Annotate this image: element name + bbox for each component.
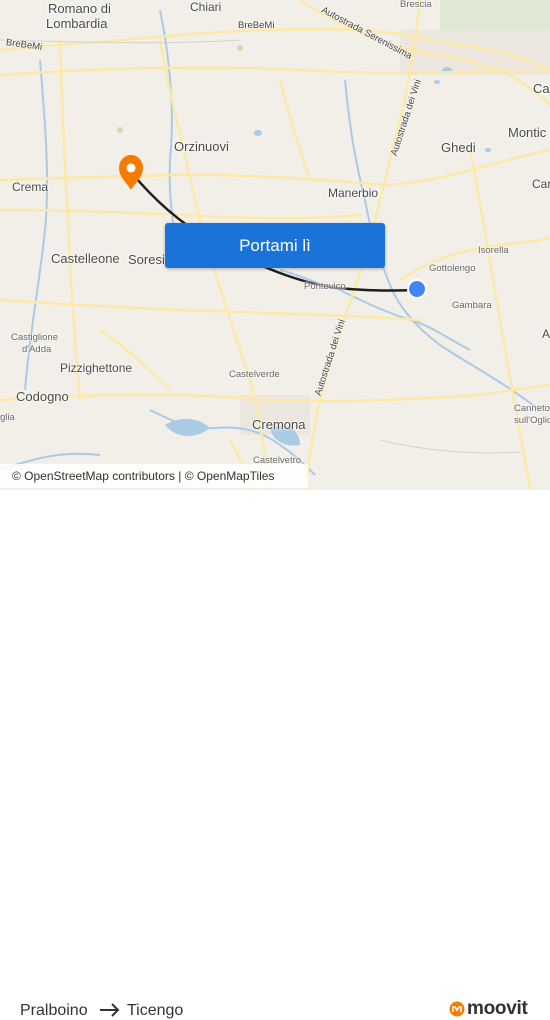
- place-label: Lombardia: [46, 16, 108, 31]
- moovit-logo: moovit: [449, 998, 528, 1020]
- place-label: Cremona: [252, 417, 306, 432]
- place-label: Orzinuovi: [174, 139, 229, 154]
- arrow-right-icon: [100, 1003, 120, 1017]
- place-label: Pizzighettone: [60, 361, 133, 375]
- place-label: Canneto: [514, 403, 550, 414]
- moovit-logo-icon: [449, 1001, 465, 1017]
- place-label: A: [542, 327, 550, 341]
- place-label: Brescia: [400, 0, 432, 10]
- route-footer: Pralboino Ticengo moovit: [0, 490, 550, 1019]
- place-label: sull'Oglio: [514, 415, 550, 426]
- take-me-there-button[interactable]: Portami lì: [165, 223, 385, 268]
- road-label-brebemi-east: BreBeMi: [238, 20, 275, 31]
- place-label: Crema: [12, 180, 49, 194]
- place-label: Castelleone: [51, 251, 120, 266]
- place-label: Ghedi: [441, 140, 476, 155]
- place-label: Chiari: [190, 0, 222, 14]
- origin-location-marker: [407, 279, 427, 299]
- place-label: d'Adda: [22, 344, 52, 355]
- place-label: Isorella: [478, 245, 509, 256]
- place-label: Pontevico: [304, 281, 346, 292]
- place-label: Car: [532, 177, 550, 191]
- place-label: Montic: [508, 125, 547, 140]
- destination-pin-icon: [119, 155, 143, 190]
- map-attribution[interactable]: © OpenStreetMap contributors | © OpenMap…: [0, 464, 308, 488]
- map-view[interactable]: BreBeMi BreBeMi Autostrada Serenissima A…: [0, 0, 550, 490]
- place-label: Codogno: [16, 389, 69, 404]
- place-label: Cal: [533, 81, 550, 96]
- origin-name: Pralboino: [20, 1002, 88, 1019]
- place-label: Gambara: [452, 300, 492, 311]
- place-label: Gottolengo: [429, 263, 476, 274]
- place-label: Castelverde: [229, 369, 280, 380]
- place-label: glia: [0, 412, 15, 423]
- place-label: Manerbio: [328, 186, 379, 200]
- place-label: Romano di: [48, 1, 111, 16]
- place-label: Castiglione: [11, 332, 58, 343]
- destination-name: Ticengo: [127, 1002, 184, 1019]
- brand-name: moovit: [467, 998, 528, 1019]
